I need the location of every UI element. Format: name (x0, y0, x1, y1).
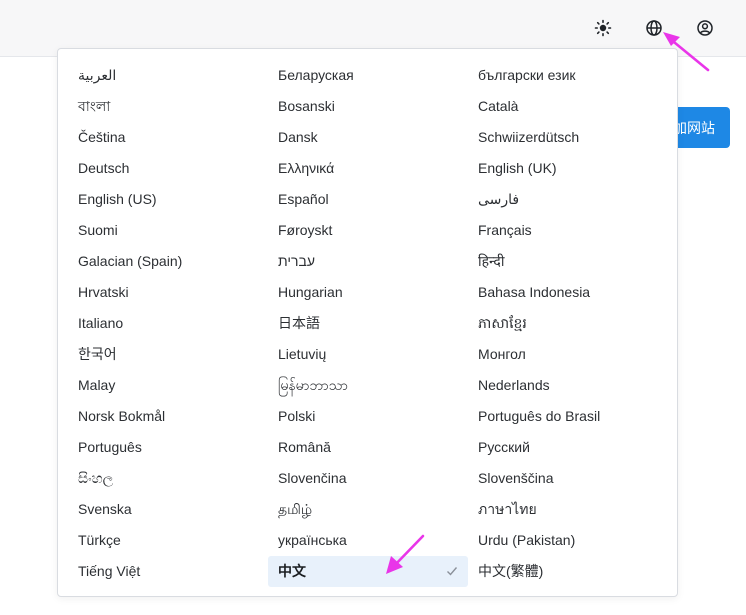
language-option[interactable]: Schwiizerdütsch (478, 122, 579, 153)
language-option[interactable]: Føroyskt (278, 215, 332, 246)
language-option[interactable]: Slovenčina (278, 463, 347, 494)
language-option[interactable]: Português (78, 432, 142, 463)
user-icon[interactable] (693, 16, 717, 40)
language-option[interactable]: Türkçe (78, 525, 121, 556)
language-option[interactable]: 中文 (268, 556, 468, 587)
language-menu: العربية বাংলা Čeština Deutsch English (US) Su… (57, 48, 678, 597)
language-option[interactable]: български език (478, 60, 576, 91)
language-option[interactable]: Română (278, 432, 331, 463)
language-option[interactable]: Français (478, 215, 532, 246)
language-option[interactable]: English (UK) (478, 153, 557, 184)
language-option[interactable]: ភាសាខ្មែរ (478, 308, 527, 339)
globe-icon[interactable] (642, 16, 666, 40)
language-option[interactable]: Norsk Bokmål (78, 401, 165, 432)
language-option[interactable]: Tiếng Việt (78, 556, 140, 587)
checkmark-icon (447, 567, 458, 576)
language-option[interactable]: українська (278, 525, 347, 556)
language-option[interactable]: English (US) (78, 184, 157, 215)
language-option[interactable]: 中文(繁體) (478, 556, 543, 587)
language-option[interactable]: Deutsch (78, 153, 129, 184)
language-option[interactable]: العربية (78, 60, 116, 91)
language-option[interactable]: Español (278, 184, 329, 215)
language-option[interactable]: Svenska (78, 494, 132, 525)
language-option[interactable]: Slovenščina (478, 463, 554, 494)
language-option[interactable]: Polski (278, 401, 315, 432)
language-option[interactable]: Suomi (78, 215, 118, 246)
language-option[interactable]: فارسی (478, 184, 519, 215)
language-option[interactable]: ภาษาไทย (478, 494, 537, 525)
language-option[interactable]: Malay (78, 370, 115, 401)
sun-icon[interactable] (591, 16, 615, 40)
language-option[interactable]: বাংলা (78, 91, 110, 122)
language-option[interactable]: 한국어 (78, 339, 117, 370)
language-option[interactable]: Ελληνικά (278, 153, 334, 184)
language-option[interactable]: Dansk (278, 122, 318, 153)
language-option[interactable]: Lietuvių (278, 339, 326, 370)
add-website-button-label: 加网站 (673, 119, 715, 136)
language-option[interactable]: Português do Brasil (478, 401, 600, 432)
language-option[interactable]: Bahasa Indonesia (478, 277, 590, 308)
language-option[interactable]: Hungarian (278, 277, 343, 308)
language-option[interactable]: Galacian (Spain) (78, 246, 182, 277)
language-option[interactable]: සිංහල (78, 463, 113, 494)
language-option[interactable]: မြန်မာဘာသာ (278, 370, 348, 401)
language-option[interactable]: Urdu (Pakistan) (478, 525, 575, 556)
language-option[interactable]: Čeština (78, 122, 125, 153)
language-option[interactable]: தமிழ் (278, 494, 312, 525)
language-option[interactable]: Русский (478, 432, 530, 463)
language-option[interactable]: Hrvatski (78, 277, 129, 308)
language-option[interactable]: Nederlands (478, 370, 550, 401)
language-option[interactable]: हिन्दी (478, 246, 504, 277)
language-option[interactable]: עברית (278, 246, 315, 277)
language-option[interactable]: Монгол (478, 339, 526, 370)
language-option[interactable]: Català (478, 91, 518, 122)
language-option[interactable]: Беларуская (278, 60, 354, 91)
language-option[interactable]: Bosanski (278, 91, 335, 122)
language-option[interactable]: Italiano (78, 308, 123, 339)
language-option[interactable]: 日本語 (278, 308, 320, 339)
